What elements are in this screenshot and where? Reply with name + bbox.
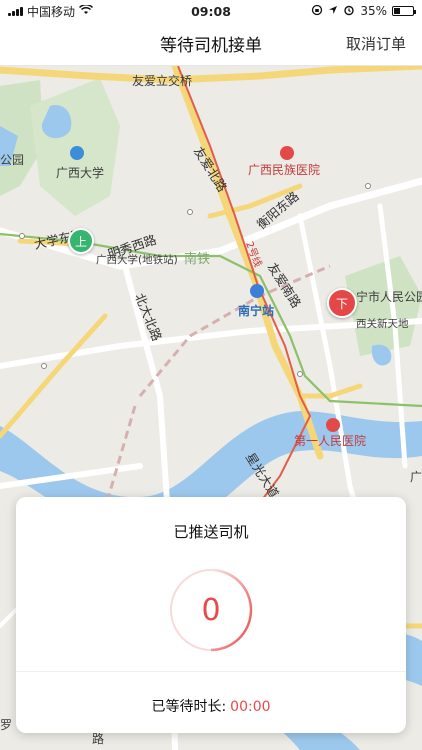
- card-divider: [16, 671, 406, 672]
- cancel-order-button[interactable]: 取消订单: [346, 33, 406, 54]
- hospital-icon: [326, 418, 340, 432]
- dropoff-marker[interactable]: 下: [327, 288, 357, 318]
- map-label-nanning-station: 南宁站: [238, 304, 275, 318]
- signal-icon: [8, 6, 23, 16]
- dispatch-status-card: 已推送司机 0 已等待时长: 00:00: [16, 497, 406, 733]
- wait-label: 已等待时长:: [151, 699, 227, 715]
- card-title: 已推送司机: [173, 523, 249, 541]
- map-label-guang-right: 广子: [410, 470, 422, 484]
- status-bar: 中国移动 09:08 35%: [0, 0, 422, 22]
- map-label-ethnic-hospital: 广西民族医院: [248, 163, 321, 177]
- wait-row: 已等待时长: 00:00: [16, 696, 406, 716]
- map-label-people-park: 宁市人民公园: [356, 290, 422, 304]
- school-icon: [70, 146, 84, 160]
- battery-percent: 35%: [360, 4, 387, 18]
- map-label-bottom-left: 罗: [0, 718, 13, 732]
- carrier-label: 中国移动: [27, 4, 76, 19]
- map-label-friendship-bridge: 友爱立交桥: [132, 74, 193, 88]
- map-label-first-hospital: 第一人民医院: [294, 434, 367, 448]
- page-title: 等待司机接单: [160, 36, 262, 56]
- wait-time: 00:00: [230, 699, 271, 715]
- map-label-gx-university-station: 广西大学(地铁站): [96, 254, 178, 266]
- map-label-park-left: 公园: [0, 153, 25, 167]
- map-label-gx-university: 广西大学: [56, 166, 105, 180]
- map-label-xiguan: 西关新天地: [356, 318, 409, 330]
- wifi-icon: [78, 3, 94, 18]
- hospital-icon: [280, 146, 294, 160]
- alarm-icon: [343, 4, 355, 19]
- location-arrow-icon: [328, 4, 338, 18]
- pickup-marker[interactable]: 上: [68, 228, 94, 254]
- nav-bar: 等待司机接单 取消订单: [0, 22, 422, 66]
- map-label-nantie: 南铁: [184, 252, 211, 267]
- metro-station-icon: [250, 284, 264, 298]
- pushed-count: 0: [201, 592, 221, 628]
- battery-icon: [392, 6, 416, 16]
- status-time: 09:08: [191, 3, 231, 19]
- lock-rotation-icon: [311, 4, 323, 19]
